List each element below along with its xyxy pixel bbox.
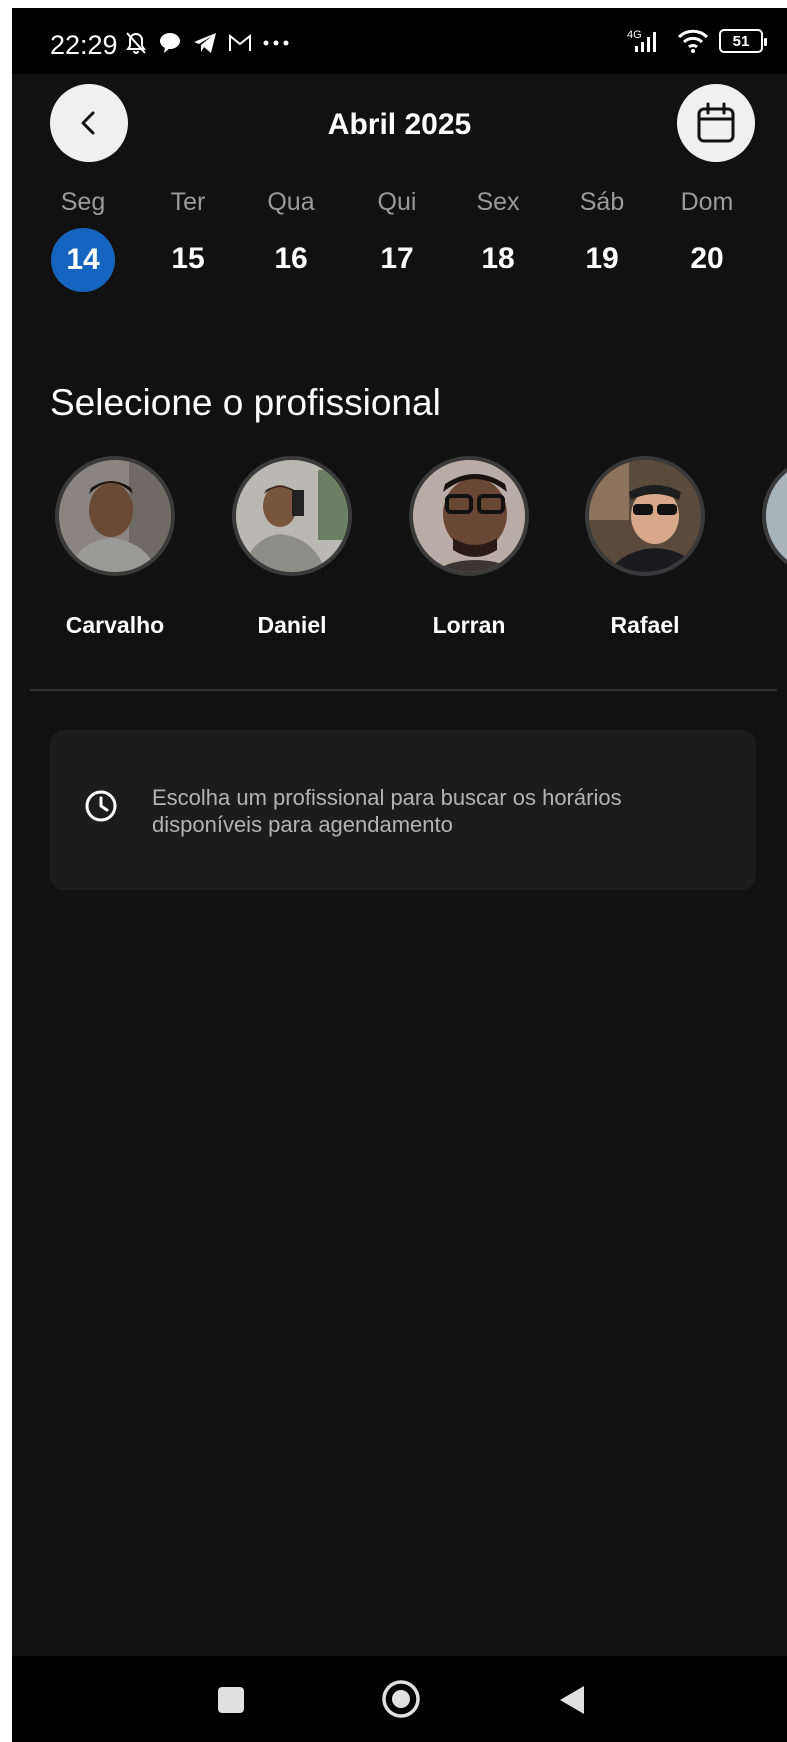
battery-level: 51 bbox=[732, 32, 750, 50]
weekday-label: Sex bbox=[476, 188, 520, 216]
availability-info-card: Escolha um profissional para buscar os h… bbox=[50, 730, 756, 890]
avatar bbox=[762, 456, 787, 576]
professional-daniel[interactable]: Daniel bbox=[212, 456, 372, 639]
professional-carvalho[interactable]: Carvalho bbox=[35, 456, 195, 639]
status-time: 22:29 bbox=[50, 30, 118, 60]
calendar-icon bbox=[697, 102, 735, 143]
day-18[interactable]: 18 bbox=[453, 228, 543, 290]
avatar bbox=[232, 456, 352, 576]
professional-name: Lorran bbox=[432, 612, 506, 638]
day-17[interactable]: 17 bbox=[352, 228, 442, 290]
weekday-label: Sáb bbox=[579, 188, 625, 216]
weekday-label: Seg bbox=[60, 188, 106, 216]
day-19[interactable]: 19 bbox=[557, 228, 647, 290]
professional-name: Carvalho bbox=[65, 612, 165, 638]
more-dots-icon bbox=[263, 40, 289, 46]
system-navigation-bar bbox=[12, 1656, 787, 1742]
network-type: 4G bbox=[627, 29, 642, 41]
avatar bbox=[585, 456, 705, 576]
day-number: 14 bbox=[51, 228, 115, 292]
calendar-button[interactable] bbox=[677, 84, 755, 162]
notification-icons bbox=[124, 30, 290, 56]
telegram-icon bbox=[194, 33, 216, 53]
weekday-label: Ter bbox=[170, 188, 206, 216]
app-screen: 22:29 4G 51 Abril 2025 Seg Ter Qua Qui S… bbox=[12, 8, 787, 1742]
weekday-label: Qua bbox=[267, 188, 315, 216]
day-number: 15 bbox=[171, 242, 205, 275]
day-16[interactable]: 16 bbox=[246, 228, 336, 290]
day-number: 16 bbox=[274, 242, 308, 275]
avatar bbox=[55, 456, 175, 576]
professional-lorran[interactable]: Lorran bbox=[389, 456, 549, 639]
day-number: 19 bbox=[585, 242, 619, 275]
weekday-label: Dom bbox=[680, 188, 734, 216]
weekday-label: Qui bbox=[377, 188, 417, 216]
battery-indicator: 51 bbox=[719, 29, 767, 53]
signal-icon: 4G bbox=[627, 29, 656, 52]
wifi-icon bbox=[677, 29, 709, 53]
chat-bubble-icon bbox=[160, 33, 180, 53]
system-icons: 4G 51 bbox=[627, 28, 767, 54]
day-number: 18 bbox=[481, 242, 515, 275]
day-number: 17 bbox=[380, 242, 414, 275]
month-title[interactable]: Abril 2025 bbox=[12, 108, 787, 142]
recent-apps-icon[interactable] bbox=[217, 1686, 245, 1714]
back-triangle-icon[interactable] bbox=[558, 1684, 586, 1716]
muted-bell-icon bbox=[126, 32, 146, 54]
gmail-icon bbox=[229, 33, 251, 51]
day-number: 20 bbox=[690, 242, 724, 275]
professional-rafael[interactable]: Rafael bbox=[565, 456, 725, 639]
info-message: Escolha um profissional para buscar os h… bbox=[152, 785, 622, 837]
day-20[interactable]: 20 bbox=[662, 228, 752, 290]
home-icon[interactable] bbox=[381, 1679, 421, 1719]
professional-name: Rafael bbox=[610, 612, 680, 638]
professional-name: Daniel bbox=[257, 612, 327, 638]
section-title: Selecione o profissional bbox=[50, 382, 441, 423]
avatar bbox=[409, 456, 529, 576]
status-bar: 22:29 4G 51 bbox=[12, 8, 787, 74]
professional-partial[interactable] bbox=[742, 456, 787, 576]
divider bbox=[30, 689, 777, 691]
day-14-selected[interactable]: 14 bbox=[38, 228, 128, 292]
day-15[interactable]: 15 bbox=[143, 228, 233, 290]
clock-icon bbox=[85, 790, 117, 822]
